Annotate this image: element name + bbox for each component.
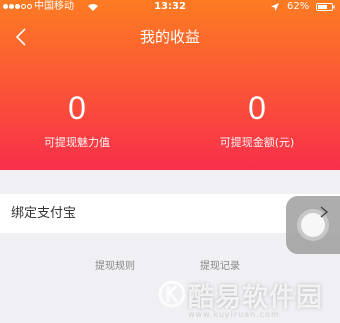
withdraw-records-link[interactable]: 提现记录 — [200, 257, 240, 272]
status-bar: 中国移动 13:32 62% — [0, 0, 340, 14]
charm-stat: 0 可提现魅力值 — [7, 90, 147, 150]
charm-value: 0 — [68, 90, 86, 126]
bind-alipay-label: 绑定支付宝 — [11, 206, 77, 221]
amount-label: 可提现金额(元) — [219, 136, 295, 149]
charm-label: 可提现魅力值 — [44, 136, 110, 149]
amount-stat: 0 可提现金额(元) — [187, 90, 327, 150]
battery-icon — [316, 3, 335, 11]
battery-percent: 62% — [287, 1, 310, 12]
withdraw-rules-link[interactable]: 提现规则 — [95, 257, 135, 272]
watermark-url: www.kuyiruan.com — [188, 310, 280, 319]
assistive-touch-button[interactable] — [286, 196, 340, 254]
amount-value: 0 — [248, 90, 266, 126]
chevron-right-icon[interactable] — [319, 205, 329, 219]
watermark: 酷易软件园 www.kuyiruan.com — [158, 274, 340, 323]
watermark-logo-icon — [158, 280, 186, 308]
location-icon — [271, 3, 279, 11]
watermark-text: 酷易软件园 — [188, 283, 324, 313]
page-title: 我的收益 — [139, 28, 200, 46]
